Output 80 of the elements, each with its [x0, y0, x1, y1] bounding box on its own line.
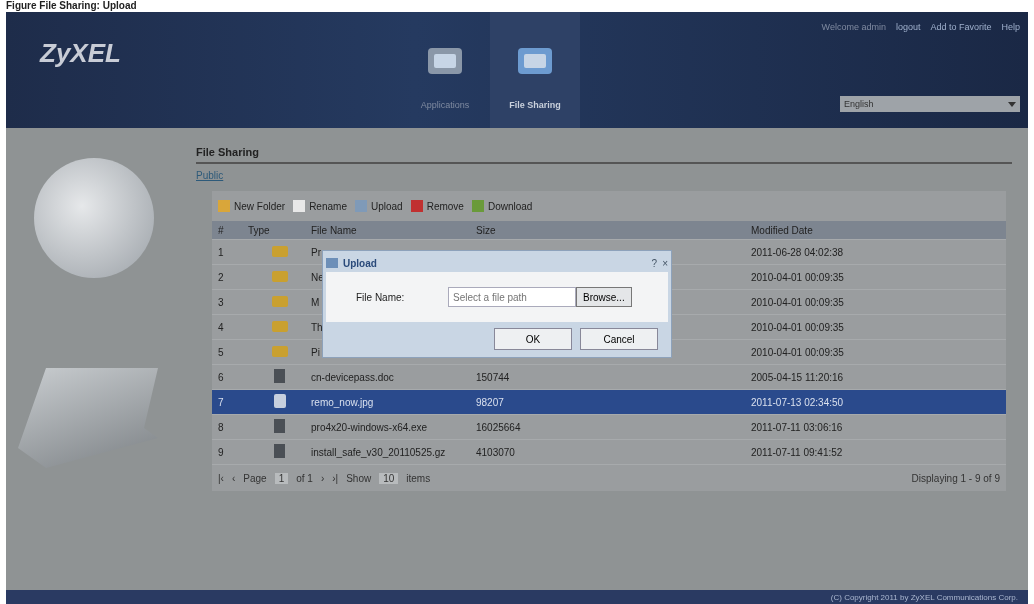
caret-icon [1008, 101, 1016, 107]
column-header[interactable]: File Name [305, 224, 470, 236]
row-number: 9 [217, 446, 225, 458]
file-row[interactable]: 9 install_safe_v30_20110525.gz 4103070 2011-07-11 09:41:52 [212, 440, 1006, 465]
page-field[interactable]: 1 [274, 472, 289, 484]
prev-page-button[interactable]: ‹ [231, 472, 236, 484]
modified-date: 2010-04-01 00:09:35 [751, 296, 844, 308]
folder-icon [272, 320, 288, 332]
help-link[interactable]: Help [1001, 22, 1020, 32]
row-number: 8 [217, 421, 225, 433]
ok-button[interactable]: OK [494, 328, 572, 350]
first-page-button[interactable]: |‹ [218, 472, 224, 484]
file-path-field[interactable]: Select a file path [448, 287, 576, 307]
modified-date: 2011-07-11 03:06:16 [751, 421, 843, 433]
column-header[interactable]: Modified Date [745, 224, 1006, 236]
copyright-text: (C) Copyright 2011 by ZyXEL Communications Corp. [830, 592, 1018, 602]
file-size: 98207 [476, 396, 504, 408]
items-label: items [406, 472, 431, 484]
last-page-button[interactable]: ›| [332, 472, 339, 484]
file-name: remo_now.jpg [311, 396, 374, 408]
file-icon [274, 444, 285, 458]
nav-tab[interactable]: Applications [400, 12, 490, 128]
file-name: M [311, 296, 320, 308]
show-label: Show [346, 472, 372, 484]
row-number: 3 [217, 296, 225, 308]
browse-button[interactable]: Browse... [576, 287, 632, 307]
file-size: 150744 [476, 371, 510, 383]
logo: ZyXEL [38, 37, 122, 70]
modified-date: 2005-04-15 11:20:16 [751, 371, 844, 383]
modified-date: 2011-06-28 04:02:38 [751, 246, 844, 258]
file-name: Pi [311, 346, 320, 358]
row-number: 6 [217, 371, 225, 383]
row-number: 1 [217, 246, 225, 258]
modified-date: 2011-07-11 09:41:52 [751, 446, 843, 458]
file-row[interactable]: 8 pro4x20-windows-x64.exe 16025664 2011-07-11 03:06:16 [212, 415, 1006, 440]
modified-date: 2010-04-01 00:09:35 [751, 321, 844, 333]
file-name: cn-devicepass.doc [311, 371, 394, 383]
modified-date: 2010-04-01 00:09:35 [751, 346, 844, 358]
row-number: 7 [217, 396, 225, 408]
panel-title: File Sharing [196, 146, 1012, 164]
row-number: 5 [217, 346, 225, 358]
row-number: 2 [217, 271, 225, 283]
folder-icon [272, 270, 288, 282]
column-header[interactable]: Size [470, 224, 745, 236]
folder-icon [272, 345, 288, 357]
toolbar-button[interactable]: Rename [293, 200, 347, 212]
folder-icon [272, 245, 288, 257]
logout-link[interactable]: logout [895, 22, 921, 32]
modified-date: 2011-07-13 02:34:50 [751, 396, 844, 408]
page-count: of 1 [296, 472, 313, 484]
file-name: pro4x20-windows-x64.exe [311, 421, 428, 433]
file-name: Pr [311, 246, 321, 258]
file-size: 4103070 [476, 446, 515, 458]
file-row[interactable]: 7 remo_now.jpg 98207 2011-07-13 02:34:50 [212, 390, 1006, 415]
modified-date: 2010-04-01 00:09:35 [751, 271, 844, 283]
file-icon [274, 369, 285, 383]
page-label: Page [243, 472, 267, 484]
language-select[interactable]: English [840, 96, 1020, 112]
image-file-icon [274, 394, 286, 408]
nav-tab[interactable]: File Sharing [490, 12, 580, 128]
file-size: 16025664 [476, 421, 521, 433]
file-name: install_safe_v30_20110525.gz [311, 446, 446, 458]
column-header[interactable]: Type [242, 224, 305, 236]
next-page-button[interactable]: › [320, 472, 325, 484]
cancel-button[interactable]: Cancel [580, 328, 658, 350]
favorite-link[interactable]: Add to Favorite [930, 22, 992, 32]
toolbar-button[interactable]: Upload [354, 200, 403, 212]
toolbar-button[interactable]: New Folder [218, 200, 286, 212]
figure-caption: Figure File Sharing: Upload [5, 0, 138, 12]
file-icon [274, 419, 285, 433]
row-number: 4 [217, 321, 225, 333]
toolbar-button[interactable]: Download [471, 200, 533, 212]
file-name: Th [311, 321, 323, 333]
welcome-text: Welcome admin [821, 22, 886, 32]
column-header[interactable]: # [212, 224, 242, 236]
per-page-field[interactable]: 10 [379, 472, 399, 484]
displaying-text: Displaying 1 - 9 of 9 [911, 472, 1000, 484]
toolbar-button[interactable]: Remove [410, 200, 464, 212]
folder-icon [272, 295, 288, 307]
field-label: File Name: [355, 291, 406, 303]
